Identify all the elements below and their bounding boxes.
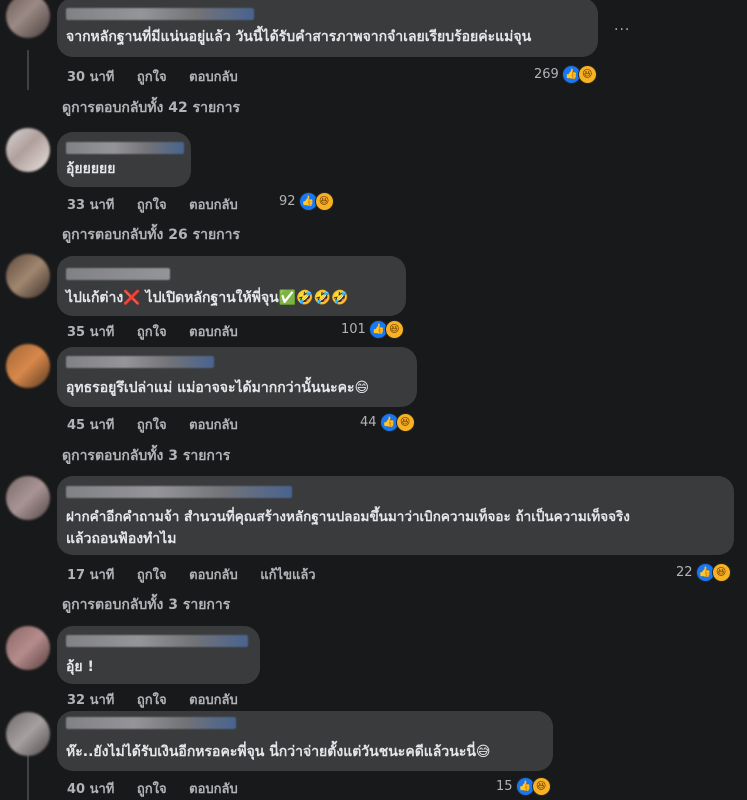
reply-button[interactable]: ตอบกลับ (189, 568, 238, 583)
haha-icon: 😆 (577, 65, 597, 84)
commenter-name[interactable] (66, 717, 236, 729)
timestamp[interactable]: 40 นาที (67, 782, 114, 797)
comment-text-line-1: ฝากคำอีกคำถามจ้า สำนวนที่คุณสร้างหลักฐาน… (66, 509, 630, 525)
reply-button[interactable]: ตอบกลับ (189, 782, 238, 797)
reply-button[interactable]: ตอบกลับ (189, 198, 238, 213)
reply-button[interactable]: ตอบกลับ (189, 693, 238, 708)
reaction-count: 92 (279, 194, 296, 209)
view-replies-link[interactable]: ดูการตอบกลับทั้ง 3 รายการ (62, 445, 230, 467)
timestamp[interactable]: 35 นาที (67, 325, 114, 340)
edited-label[interactable]: แก้ไขแล้ว (260, 568, 315, 583)
avatar[interactable] (6, 712, 50, 756)
avatar[interactable] (6, 626, 50, 670)
avatar[interactable] (6, 476, 50, 520)
commenter-name[interactable] (66, 635, 248, 647)
reaction-summary[interactable]: 92 👍 😆 (279, 192, 334, 211)
haha-icon: 😆 (395, 413, 415, 432)
thread-line (27, 50, 29, 90)
commenter-name[interactable] (66, 486, 292, 498)
comment-actions: 35 นาที ถูกใจ ตอบกลับ (67, 321, 256, 342)
commenter-name[interactable] (66, 268, 170, 280)
like-button[interactable]: ถูกใจ (137, 782, 167, 797)
reaction-summary[interactable]: 101 👍 😆 (341, 320, 404, 339)
comment-actions: 40 นาที ถูกใจ ตอบกลับ (67, 778, 256, 799)
comment-text: อุ้ยยยยย (66, 161, 116, 177)
commenter-name[interactable] (66, 8, 254, 20)
reaction-summary[interactable]: 22 👍 😆 (676, 563, 731, 582)
haha-icon: 😆 (314, 192, 334, 211)
comment-actions: 30 นาที ถูกใจ ตอบกลับ (67, 66, 256, 87)
comment-text-line-2: แล้วถอนฟ้องทำไม (66, 531, 177, 547)
avatar[interactable] (6, 344, 50, 388)
comment-text: ห๊ะ..ยังไม่ได้รับเงินอีกหรอคะพี่จุน นี่ก… (66, 744, 491, 760)
timestamp[interactable]: 45 นาที (67, 418, 114, 433)
comment-text: อุทธรอยูรึเปล่าแม่ แม่อาจจะได้มากกว่านั้… (66, 380, 370, 396)
like-button[interactable]: ถูกใจ (137, 693, 167, 708)
reply-button[interactable]: ตอบกลับ (189, 70, 238, 85)
comment-bubble: อุทธรอยูรึเปล่าแม่ แม่อาจจะได้มากกว่านั้… (57, 347, 417, 407)
comment-text: ไปแก้ต่าง❌ ไปเปิดหลักฐานให้พี่จุน✅🤣🤣🤣 (66, 290, 349, 306)
like-button[interactable]: ถูกใจ (137, 70, 167, 85)
haha-icon: 😆 (384, 320, 404, 339)
comment-actions: 45 นาที ถูกใจ ตอบกลับ (67, 414, 256, 435)
comment-bubble: จากหลักฐานที่มีแน่นอยู่แล้ว วันนี้ได้รับ… (57, 0, 598, 57)
view-replies-link[interactable]: ดูการตอบกลับทั้ง 26 รายการ (62, 224, 240, 246)
avatar[interactable] (6, 254, 50, 298)
comment-bubble: อุ้ย ! (57, 626, 260, 684)
comment-bubble: อุ้ยยยยย (57, 132, 191, 187)
reply-button[interactable]: ตอบกลับ (189, 325, 238, 340)
comment-bubble: ไปแก้ต่าง❌ ไปเปิดหลักฐานให้พี่จุน✅🤣🤣🤣 (57, 256, 406, 316)
view-replies-link[interactable]: ดูการตอบกลับทั้ง 42 รายการ (62, 97, 240, 119)
timestamp[interactable]: 30 นาที (67, 70, 114, 85)
timestamp[interactable]: 32 นาที (67, 693, 114, 708)
reaction-count: 15 (496, 779, 513, 794)
like-button[interactable]: ถูกใจ (137, 325, 167, 340)
comment-actions: 33 นาที ถูกใจ ตอบกลับ (67, 194, 256, 215)
timestamp[interactable]: 33 นาที (67, 198, 114, 213)
like-button[interactable]: ถูกใจ (137, 418, 167, 433)
view-replies-link[interactable]: ดูการตอบกลับทั้ง 3 รายการ (62, 594, 230, 616)
reaction-count: 269 (534, 67, 559, 82)
avatar[interactable] (6, 0, 50, 38)
comment-actions: 32 นาที ถูกใจ ตอบกลับ (67, 689, 256, 710)
comment-text: อุ้ย ! (66, 659, 94, 675)
more-options-icon[interactable]: ··· (614, 22, 630, 38)
comment-bubble: ห๊ะ..ยังไม่ได้รับเงินอีกหรอคะพี่จุน นี่ก… (57, 711, 553, 771)
haha-icon: 😆 (531, 777, 551, 796)
comment-text: จากหลักฐานที่มีแน่นอยู่แล้ว วันนี้ได้รับ… (66, 29, 532, 45)
reaction-count: 22 (676, 565, 693, 580)
commenter-name[interactable] (66, 142, 184, 154)
reaction-count: 101 (341, 322, 366, 337)
comment-actions: 17 นาที ถูกใจ ตอบกลับ แก้ไขแล้ว (67, 564, 334, 585)
reaction-summary[interactable]: 269 👍 😆 (534, 65, 597, 84)
commenter-name[interactable] (66, 356, 214, 368)
reply-button[interactable]: ตอบกลับ (189, 418, 238, 433)
like-button[interactable]: ถูกใจ (137, 568, 167, 583)
timestamp[interactable]: 17 นาที (67, 568, 114, 583)
comment-bubble: ฝากคำอีกคำถามจ้า สำนวนที่คุณสร้างหลักฐาน… (57, 476, 734, 555)
reaction-count: 44 (360, 415, 377, 430)
avatar[interactable] (6, 128, 50, 172)
haha-icon: 😆 (711, 563, 731, 582)
like-button[interactable]: ถูกใจ (137, 198, 167, 213)
reaction-summary[interactable]: 44 👍 😆 (360, 413, 415, 432)
reaction-summary[interactable]: 15 👍 😆 (496, 777, 551, 796)
